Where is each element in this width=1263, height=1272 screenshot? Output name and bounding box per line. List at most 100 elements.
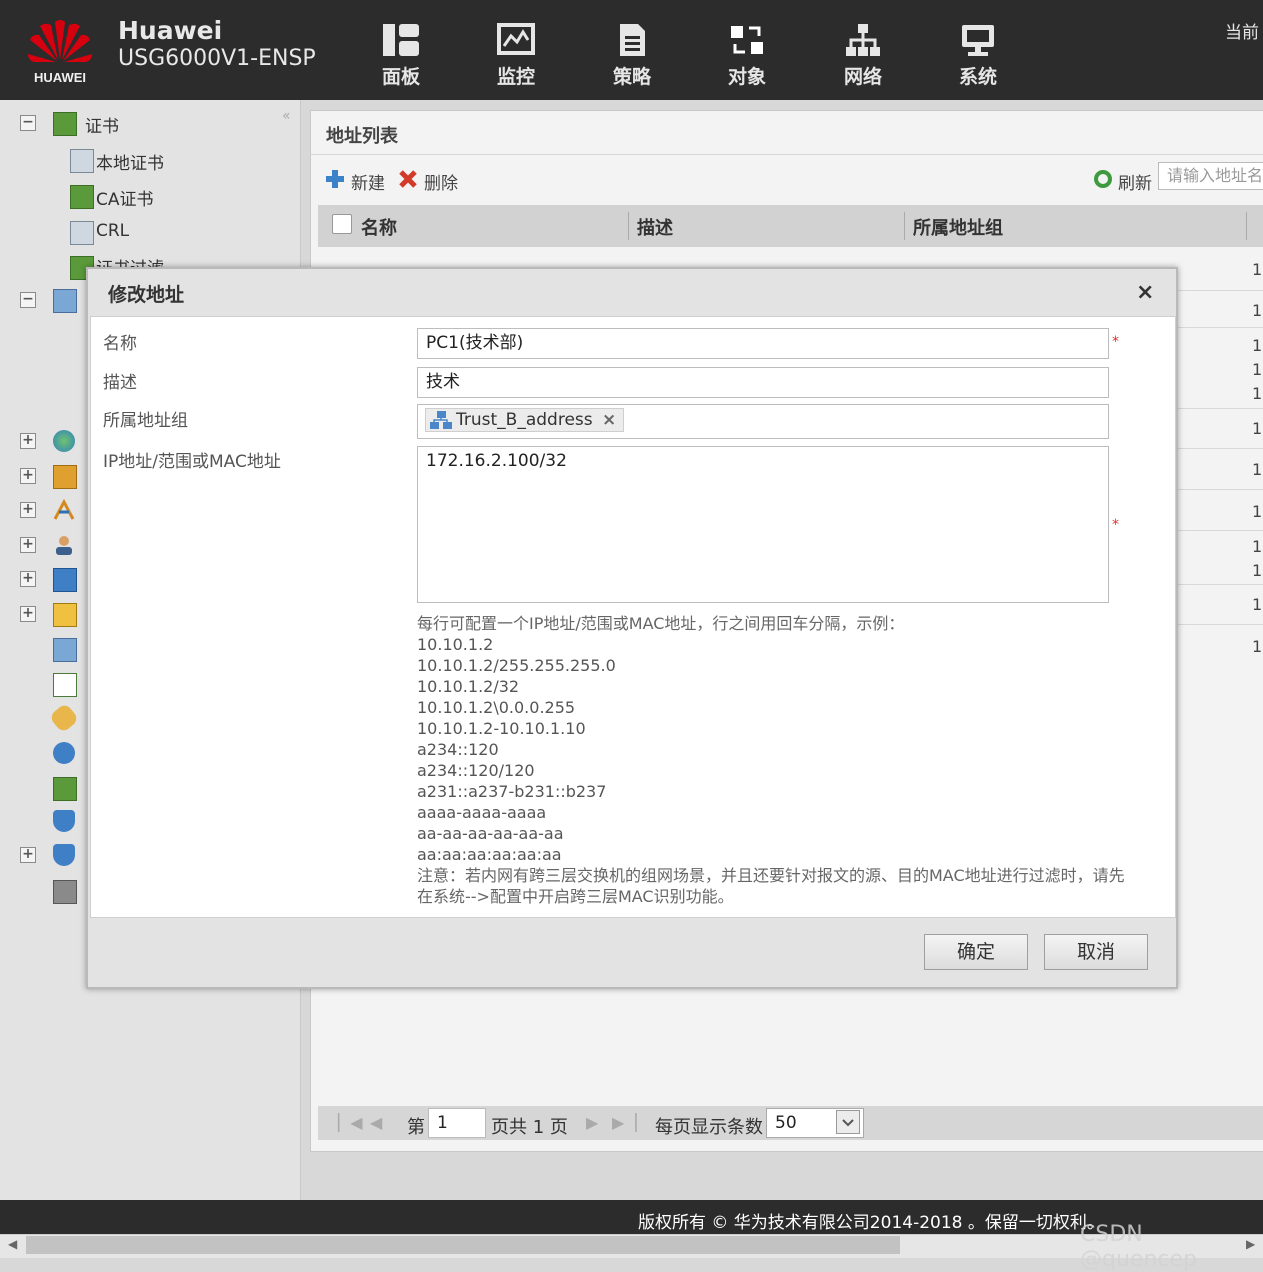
keyword-icon [53, 777, 77, 801]
scrollbar-thumb[interactable] [26, 1236, 900, 1254]
local-certificate-icon [70, 149, 94, 173]
url-category-icon [53, 742, 75, 764]
expand-toggle-icon[interactable]: + [20, 502, 36, 518]
nav-monitor[interactable]: 监控 [471, 22, 561, 96]
column-divider [904, 212, 905, 240]
delete-button[interactable]: 删除 [424, 169, 458, 194]
dialog-title: 修改地址 [108, 284, 185, 306]
expand-toggle-icon[interactable]: + [20, 537, 36, 553]
chevron-down-icon[interactable] [836, 1110, 860, 1134]
example-item: 10.10.1.2 [417, 635, 494, 654]
refresh-button[interactable]: 刷新 [1118, 169, 1152, 194]
huawei-logo: HUAWEI [22, 10, 98, 92]
object-icon [731, 26, 763, 54]
column-divider [1246, 212, 1247, 240]
dashboard-icon [383, 24, 419, 56]
nav-label: 网络 [843, 66, 882, 88]
security-profile-icon [53, 810, 75, 832]
example-item: 10.10.1.2/32 [417, 677, 520, 696]
example-item: 10.10.1.2\0.0.0.255 [417, 698, 576, 717]
example-list: 10.10.1.2 10.10.1.2/255.255.255.0 10.10.… [417, 634, 616, 865]
table-cell: 1 [1252, 336, 1263, 355]
format-hint: 每行可配置一个IP地址/范围或MAC地址，行之间用回车分隔，示例： [417, 614, 905, 633]
nav-system[interactable]: 系统 [933, 22, 1023, 96]
example-item: aa-aa-aa-aa-aa-aa [417, 824, 564, 843]
required-marker: * [1112, 334, 1119, 350]
description-field[interactable]: 技术 [417, 367, 1109, 398]
expand-toggle-icon[interactable]: + [20, 468, 36, 484]
page-total: 页共 1 页 [491, 1117, 568, 1138]
example-item: 10.10.1.2/255.255.255.0 [417, 656, 616, 675]
cancel-button[interactable]: 取消 [1044, 934, 1148, 970]
ip-address-label: IP地址/范围或MAC地址 [103, 452, 281, 472]
brand-name: Huawei [118, 16, 223, 45]
expand-toggle-icon[interactable]: + [20, 433, 36, 449]
ip-address-textarea[interactable]: 172.16.2.100/32 [417, 446, 1109, 603]
nav-dashboard[interactable]: 面板 [356, 22, 446, 96]
example-item: 10.10.1.2-10.10.1.10 [417, 719, 586, 738]
delete-icon[interactable] [398, 169, 418, 189]
column-header-name[interactable]: 名称 [361, 214, 397, 240]
sidebar-item-certificate[interactable]: 证书 [85, 112, 119, 137]
table-cell: 1 [1252, 460, 1263, 479]
table-cell: 1 [1252, 260, 1263, 279]
nav-label: 面板 [381, 66, 420, 88]
system-icon [962, 25, 994, 56]
certificate-icon [53, 112, 77, 136]
next-page-icon[interactable]: ▶ [586, 1113, 598, 1132]
table-cell: 1 [1252, 537, 1263, 556]
nav-label: 监控 [496, 66, 535, 88]
name-field[interactable]: PC1(技术部) [417, 328, 1109, 359]
table-cell: 1 [1252, 384, 1263, 403]
expand-toggle-icon[interactable]: + [20, 606, 36, 622]
sidebar-item-local-certificate[interactable]: 本地证书 [96, 149, 164, 174]
collapse-toggle-icon[interactable]: − [20, 292, 36, 308]
close-icon[interactable]: × [1136, 280, 1154, 305]
sidebar-item-ca-certificate[interactable]: CA证书 [96, 185, 154, 210]
table-cell: 1 [1252, 419, 1263, 438]
table-cell: 1 [1252, 502, 1263, 521]
server-map-icon [53, 638, 77, 662]
expand-toggle-icon[interactable]: + [20, 847, 36, 863]
name-label: 名称 [103, 334, 137, 354]
address-group-tag-label: Trust_B_address [456, 410, 593, 430]
region-icon [53, 430, 75, 452]
ok-button[interactable]: 确定 [924, 934, 1028, 970]
column-divider [628, 212, 629, 240]
nav-object[interactable]: 对象 [702, 22, 792, 96]
network-icon [846, 24, 880, 56]
remove-tag-icon[interactable]: × [602, 410, 616, 430]
sidebar-item-crl[interactable]: CRL [96, 221, 129, 241]
collapse-sidebar-icon[interactable]: « [282, 108, 291, 124]
application-icon [53, 498, 75, 521]
required-marker: * [1112, 517, 1119, 533]
select-all-checkbox[interactable] [332, 214, 352, 234]
per-page-label: 每页显示条数 [655, 1117, 763, 1138]
first-page-icon[interactable]: ▏◀ [338, 1113, 363, 1132]
example-item: aa:aa:aa:aa:aa:aa [417, 845, 562, 864]
nav-label: 策略 [612, 66, 651, 88]
page-number-input[interactable]: 1 [428, 1108, 486, 1138]
refresh-icon[interactable] [1093, 169, 1113, 189]
nav-policy[interactable]: 策略 [587, 22, 677, 96]
prev-page-icon[interactable]: ◀ [370, 1113, 382, 1132]
last-page-icon[interactable]: ▶▕ [612, 1113, 637, 1132]
column-header-description[interactable]: 描述 [637, 214, 673, 240]
ca-certificate-icon [70, 185, 94, 209]
address-group-icon [53, 289, 77, 313]
table-cell: 1 [1252, 637, 1263, 656]
column-header-address-group[interactable]: 所属地址组 [913, 214, 1003, 240]
service-icon [53, 465, 77, 489]
device-model: USG6000V1-ENSP [118, 46, 316, 71]
mac-note: 注意：若内网有跨三层交换机的组网场景，并且还要针对报文的源、目的MAC地址进行过… [417, 866, 1125, 906]
scroll-left-icon[interactable]: ◀ [8, 1237, 17, 1251]
collapse-toggle-icon[interactable]: − [20, 115, 36, 131]
divider [310, 154, 1263, 155]
address-group-label: 所属地址组 [103, 411, 188, 431]
expand-toggle-icon[interactable]: + [20, 571, 36, 587]
policy-icon [620, 24, 645, 56]
new-button[interactable]: 新建 [351, 169, 385, 194]
search-input[interactable]: 请输入地址名 [1158, 162, 1263, 190]
nav-network[interactable]: 网络 [818, 22, 908, 96]
add-icon[interactable] [325, 169, 345, 189]
